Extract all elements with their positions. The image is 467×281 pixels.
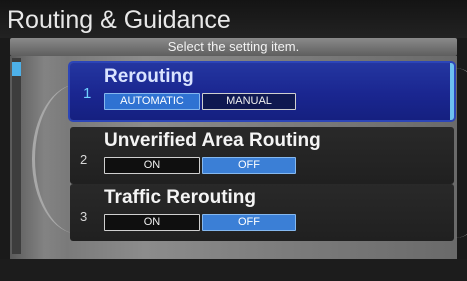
menu-item-unverified-area-routing[interactable]: 2 Unverified Area Routing ON OFF [70, 127, 454, 184]
page-title: Routing & Guidance [7, 6, 231, 34]
menu-item-rerouting[interactable]: 1 Rerouting AUTOMATIC MANUAL [70, 63, 454, 120]
item-label: Rerouting [104, 66, 194, 87]
option-on[interactable]: ON [104, 214, 200, 231]
scrollbar-thumb[interactable] [12, 62, 21, 76]
option-manual[interactable]: MANUAL [202, 93, 296, 110]
option-automatic[interactable]: AUTOMATIC [104, 93, 200, 110]
option-on[interactable]: ON [104, 157, 200, 174]
item-number: 3 [80, 209, 88, 224]
item-label: Traffic Rerouting [104, 187, 257, 208]
option-off[interactable]: OFF [202, 214, 296, 231]
item-label: Unverified Area Routing [104, 130, 321, 151]
scrollbar[interactable] [12, 58, 21, 254]
instruction-text: Select the setting item. [167, 39, 300, 54]
footer-bar [0, 259, 467, 281]
item-number: 1 [83, 85, 92, 102]
instruction-bar: Select the setting item. [10, 38, 457, 56]
menu-item-traffic-rerouting[interactable]: 3 Traffic Rerouting ON OFF [70, 184, 454, 241]
nav-screen: Routing & Guidance Select the setting it… [0, 0, 467, 281]
option-off[interactable]: OFF [202, 157, 296, 174]
header-bar: Routing & Guidance [0, 0, 467, 38]
item-number: 2 [80, 152, 88, 167]
